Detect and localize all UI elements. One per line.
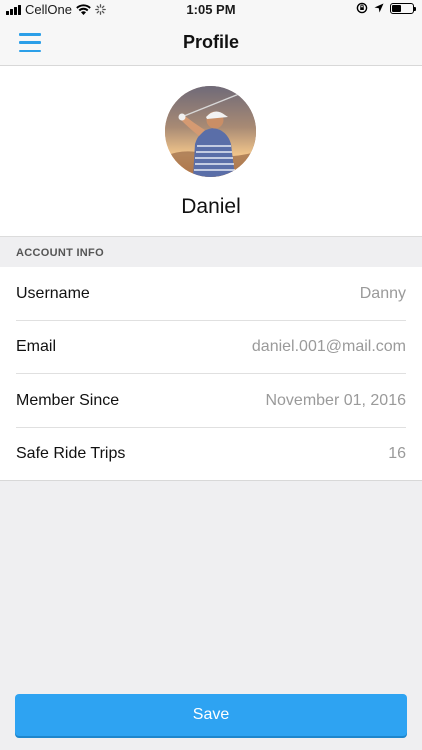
battery-icon (390, 2, 416, 14)
status-right (356, 2, 416, 14)
section-title: ACCOUNT INFO (16, 247, 104, 259)
profile-name: Daniel (181, 195, 241, 218)
info-value: November 01, 2016 (265, 392, 406, 409)
save-button[interactable]: Save (15, 694, 407, 736)
info-label: Member Since (16, 392, 120, 409)
info-label: Email (16, 338, 57, 355)
info-label: Username (16, 285, 90, 302)
orientation-lock-icon (356, 2, 368, 14)
page-title: Profile (182, 32, 239, 52)
info-value: 16 (388, 445, 406, 462)
info-value: Danny (359, 285, 406, 302)
info-row-member-since[interactable]: Member Since November 01, 2016 (16, 374, 406, 428)
section-header-account-info: ACCOUNT INFO (0, 236, 422, 267)
profile-header: Daniel (0, 66, 422, 236)
golfer-photo (165, 86, 256, 177)
info-row-email[interactable]: Email daniel.001@mail.com (16, 320, 406, 374)
info-value: daniel.001@mail.com (251, 338, 406, 355)
avatar[interactable] (165, 86, 256, 177)
info-label: Safe Ride Trips (16, 445, 126, 462)
navigation-bar: Profile (0, 20, 422, 66)
info-row-safe-ride-trips[interactable]: Safe Ride Trips 16 (16, 427, 406, 481)
info-row-username[interactable]: Username Danny (16, 267, 406, 321)
status-bar: CellOne 1:05 PM (0, 0, 422, 20)
account-info-list: Username Danny Email daniel.001@mail.com… (0, 267, 422, 481)
location-arrow-icon (374, 3, 384, 13)
